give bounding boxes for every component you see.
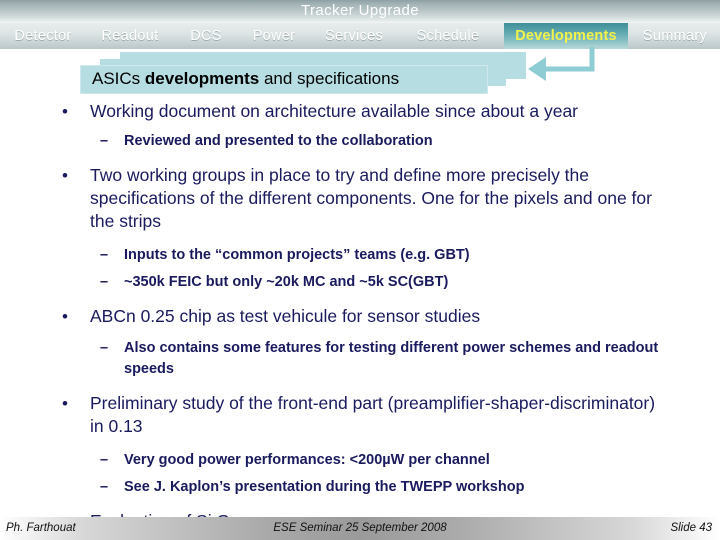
page-title: Tracker Upgrade bbox=[301, 2, 419, 19]
bullet-level2: – Reviewed and presented to the collabor… bbox=[0, 131, 720, 152]
dash-marker: – bbox=[100, 479, 109, 495]
bullet-text: Inputs to the “common projects” teams (e… bbox=[124, 247, 470, 263]
bullet-text: Preliminary study of the front-end part … bbox=[90, 393, 656, 436]
tab-summary[interactable]: Summary bbox=[630, 23, 720, 49]
footer-event: ESE Seminar 25 September 2008 bbox=[273, 522, 447, 534]
tab-developments[interactable]: Developments bbox=[504, 23, 628, 49]
bullet-marker: • bbox=[62, 394, 68, 413]
tab-dcs[interactable]: DCS bbox=[174, 23, 238, 49]
bullet-level1: • Preliminary study of the front-end par… bbox=[0, 392, 720, 438]
banner-text-pre: ASICs bbox=[92, 69, 145, 88]
bullet-level2: – ~350k FEIC but only ~20k MC and ~5k SC… bbox=[0, 272, 720, 293]
bullet-level1: • ABCn 0.25 chip as test vehicule for se… bbox=[0, 305, 720, 328]
bullet-level2: – Also contains some features for testin… bbox=[0, 338, 720, 380]
bullet-level2: – See J. Kaplon’s presentation during th… bbox=[0, 477, 720, 498]
bullet-text: Very good power performances: <200µW per… bbox=[124, 452, 490, 468]
bullet-marker: • bbox=[62, 102, 68, 121]
slide-title-banner: ASICs developments and specifications bbox=[78, 52, 548, 94]
tab-schedule[interactable]: Schedule bbox=[400, 23, 496, 49]
footer-bar: Ph. Farthouat ESE Seminar 25 September 2… bbox=[0, 517, 720, 540]
bullet-marker: • bbox=[62, 166, 68, 185]
bullet-level1: • Working document on architecture avail… bbox=[0, 100, 720, 123]
tab-power[interactable]: Power bbox=[238, 23, 310, 49]
bullet-marker: • bbox=[62, 307, 68, 326]
slide-title-text: ASICs developments and specifications bbox=[92, 66, 399, 91]
dash-marker: – bbox=[100, 247, 109, 263]
tab-readout[interactable]: Readout bbox=[86, 23, 174, 49]
bullet-level1: • Two working groups in place to try and… bbox=[0, 164, 720, 233]
bullet-text: Also contains some features for testing … bbox=[124, 340, 659, 377]
bullet-text: ~350k FEIC but only ~20k MC and ~5k SC(G… bbox=[124, 274, 449, 290]
elbow-arrow-icon bbox=[528, 47, 595, 81]
slide-canvas: Tracker Upgrade Detector Readout DCS Pow… bbox=[0, 0, 720, 540]
slide-body: • Working document on architecture avail… bbox=[0, 100, 720, 533]
tab-bar: Detector Readout DCS Power Services Sche… bbox=[0, 23, 720, 49]
tab-services[interactable]: Services bbox=[310, 23, 398, 49]
bullet-text: Working document on architecture availab… bbox=[90, 101, 579, 121]
bullet-text: See J. Kaplon’s presentation during the … bbox=[124, 479, 525, 495]
tab-detector[interactable]: Detector bbox=[0, 23, 86, 49]
banner-text-bold: developments bbox=[144, 69, 260, 88]
banner-text-post: and specifications bbox=[259, 69, 400, 88]
dash-marker: – bbox=[100, 340, 109, 356]
bullet-text: ABCn 0.25 chip as test vehicule for sens… bbox=[90, 306, 481, 326]
dash-marker: – bbox=[100, 274, 109, 290]
bullet-level2: – Inputs to the “common projects” teams … bbox=[0, 245, 720, 266]
bullet-text: Two working groups in place to try and d… bbox=[90, 165, 652, 231]
dash-marker: – bbox=[100, 133, 109, 149]
bullet-text: Reviewed and presented to the collaborat… bbox=[124, 133, 433, 149]
dash-marker: – bbox=[100, 452, 109, 468]
footer-slide-number: Slide 43 bbox=[670, 522, 712, 534]
bullet-level2: – Very good power performances: <200µW p… bbox=[0, 450, 720, 471]
